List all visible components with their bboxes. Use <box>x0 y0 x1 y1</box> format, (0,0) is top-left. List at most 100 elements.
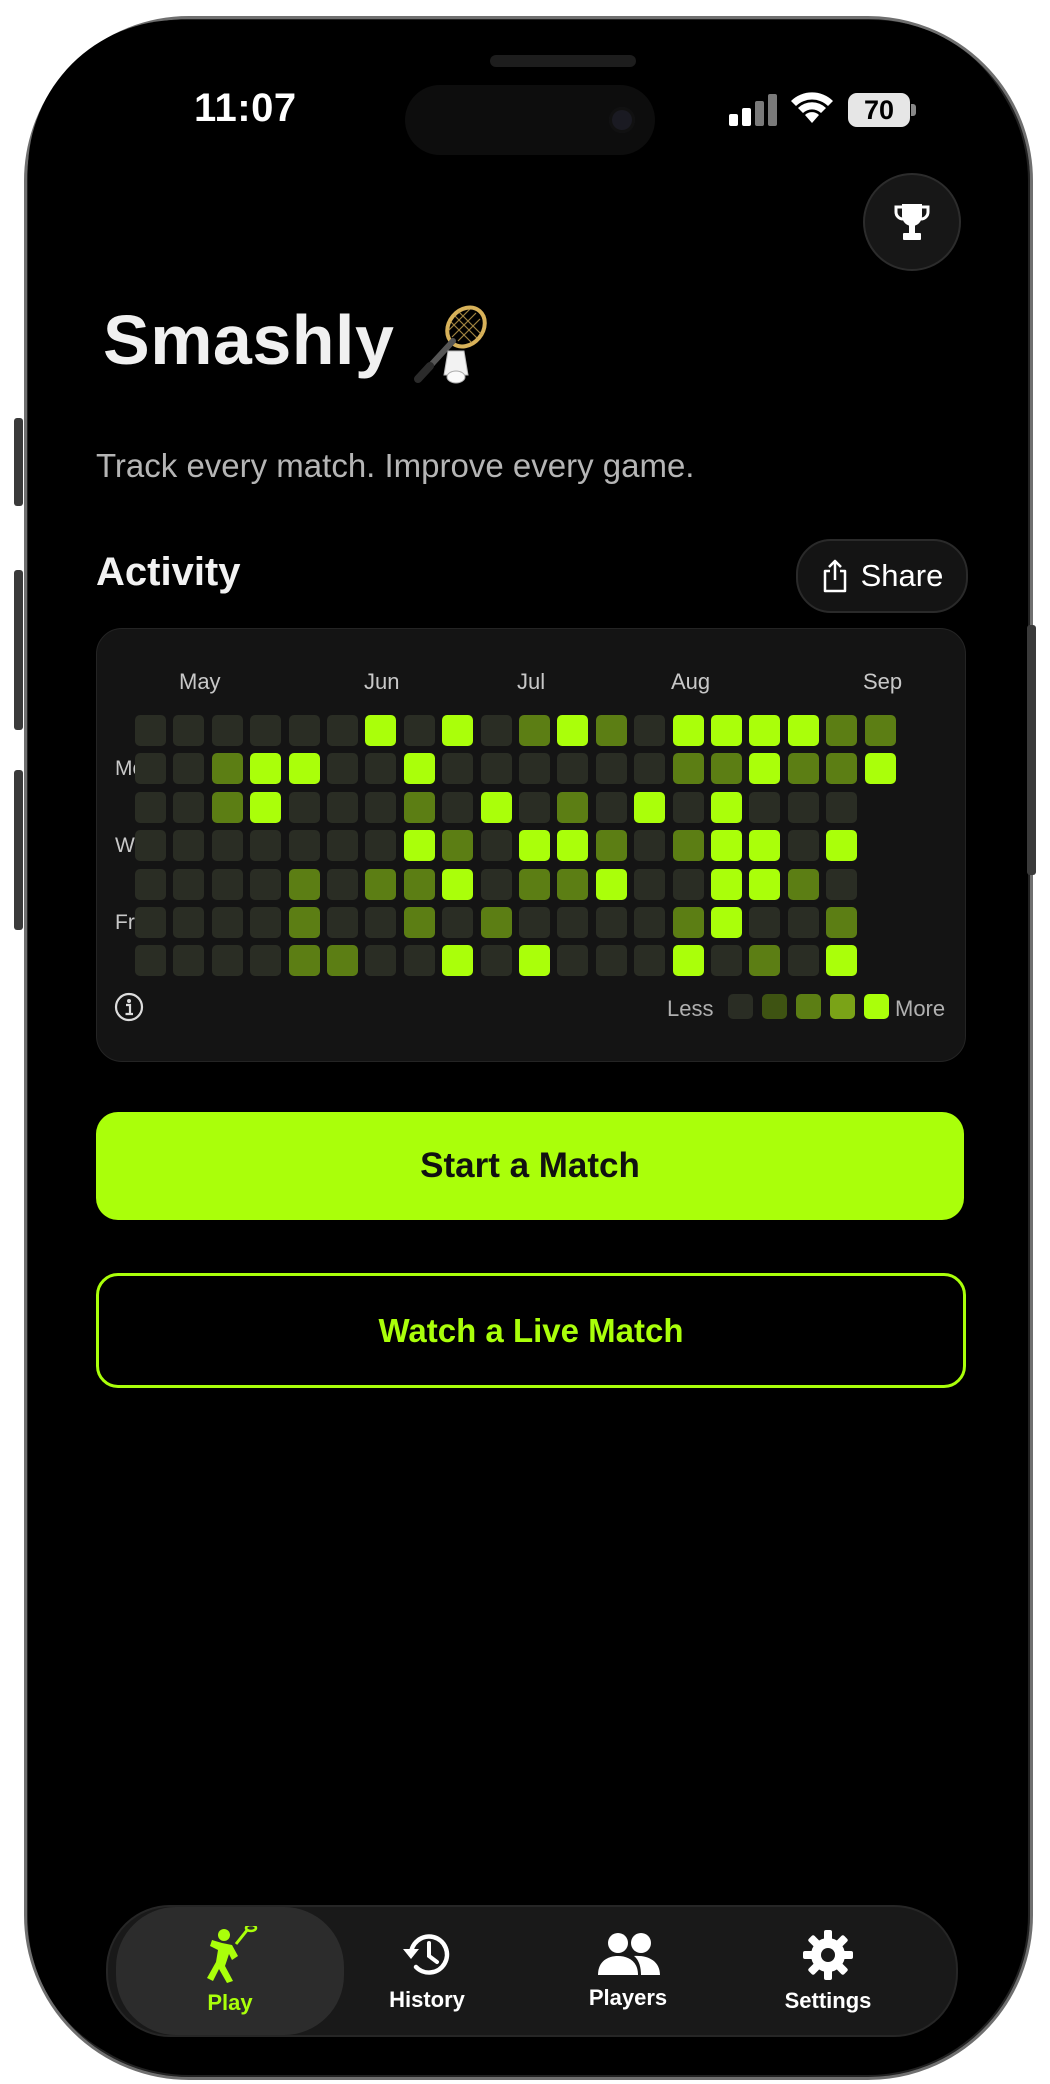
tab-players[interactable]: Players <box>528 1907 728 2035</box>
watch-live-match-button[interactable]: Watch a Live Match <box>96 1273 966 1388</box>
legend-more-label: More <box>895 996 946 1021</box>
heatmap-cell <box>442 945 474 977</box>
cellular-signal-icon <box>729 94 777 126</box>
volume-up-button <box>14 570 23 730</box>
heatmap-cell <box>672 907 704 938</box>
heatmap-cell <box>672 715 704 746</box>
heatmap-cell <box>211 715 243 746</box>
heatmap-cell <box>403 868 435 900</box>
tab-settings[interactable]: Settings <box>728 1907 928 2035</box>
tab-label-settings: Settings <box>784 1988 872 2013</box>
heatmap-cell <box>250 868 282 900</box>
heatmap-cell <box>749 753 781 785</box>
heatmap-cell <box>826 791 858 823</box>
heatmap-cell <box>749 715 781 746</box>
heatmap-cell <box>135 830 166 862</box>
heatmap-cell <box>327 715 358 746</box>
heatmap-cell <box>595 907 627 938</box>
heatmap-cell <box>711 868 742 900</box>
heatmap-cell <box>787 791 819 823</box>
battery-indicator: 70 <box>848 93 910 127</box>
heatmap-cell <box>672 791 704 823</box>
heatmap-cell <box>634 830 666 862</box>
heatmap-cell <box>672 753 704 785</box>
month-label: May <box>179 669 221 694</box>
heatmap-cell <box>711 715 742 746</box>
heatmap-cell <box>826 830 858 862</box>
heatmap-cell <box>480 907 512 938</box>
heatmap-cell <box>250 907 282 938</box>
tab-label-players: Players <box>588 1985 668 2010</box>
heatmap-cell <box>442 715 474 746</box>
heatmap-cell <box>672 830 704 862</box>
heatmap-cell <box>519 868 550 900</box>
heatmap-cell <box>250 715 282 746</box>
heatmap-cell <box>173 945 205 977</box>
legend-swatch-level-4 <box>864 994 889 1019</box>
page-title: Smashly <box>103 301 395 379</box>
heatmap-cell <box>211 791 243 823</box>
heatmap-cell <box>557 715 589 746</box>
share-label: Share <box>860 558 944 593</box>
heatmap-cell <box>634 907 666 938</box>
heatmap-cell <box>634 753 666 785</box>
share-icon <box>823 559 846 593</box>
heatmap-cell <box>480 715 512 746</box>
speaker-grille <box>490 55 636 67</box>
heatmap-cell <box>442 791 474 823</box>
tab-history[interactable]: History <box>327 1907 527 2035</box>
heatmap-cell <box>557 945 589 977</box>
heatmap-cell <box>365 791 397 823</box>
heatmap-cell <box>749 791 781 823</box>
heatmap-cell <box>787 868 819 900</box>
heatmap-cell <box>711 753 742 785</box>
heatmap-cell <box>634 868 666 900</box>
heatmap-cell <box>173 907 205 938</box>
dynamic-island <box>405 85 655 155</box>
heatmap-cell <box>749 830 781 862</box>
heatmap-cell <box>135 753 166 785</box>
heatmap-cell <box>595 868 627 900</box>
heatmap-cell <box>480 753 512 785</box>
heatmap-cell <box>864 715 896 746</box>
heatmap-cell <box>519 715 550 746</box>
heatmap-cell <box>519 791 550 823</box>
heatmap-cell <box>826 753 858 785</box>
tab-label-history: History <box>389 1987 465 2012</box>
heatmap-cell <box>557 907 589 938</box>
heatmap-cell <box>634 945 666 977</box>
heatmap-cell <box>442 830 474 862</box>
heatmap-cell <box>557 791 589 823</box>
heatmap-cell <box>250 791 282 823</box>
heatmap-cell <box>403 830 435 862</box>
heatmap-cell <box>250 945 282 977</box>
heatmap-cell <box>557 830 589 862</box>
heatmap-cell <box>250 753 282 785</box>
heatmap-cell <box>327 907 358 938</box>
heatmap-cell <box>135 791 166 823</box>
heatmap-cell <box>135 945 166 977</box>
heatmap-cell <box>403 715 435 746</box>
badminton-icon <box>414 305 487 384</box>
share-button[interactable]: Share <box>796 539 968 613</box>
heatmap-cell <box>365 830 397 862</box>
heatmap-cell <box>173 830 205 862</box>
heatmap-cell <box>327 830 358 862</box>
heatmap-cell <box>211 868 243 900</box>
heatmap-cell <box>672 945 704 977</box>
activity-heading: Activity <box>96 550 241 594</box>
heatmap-cell <box>787 715 819 746</box>
heatmap-cell <box>480 830 512 862</box>
trophy-button[interactable] <box>863 173 961 271</box>
heatmap-cell <box>211 907 243 938</box>
heatmap-cell <box>327 791 358 823</box>
heatmap-cell <box>442 868 474 900</box>
heatmap-cell <box>365 907 397 938</box>
tab-play[interactable]: Play <box>116 1907 344 2035</box>
start-match-button[interactable]: Start a Match <box>96 1112 964 1220</box>
heatmap-cell <box>595 945 627 977</box>
heatmap-cell <box>365 715 397 746</box>
info-icon[interactable] <box>113 991 145 1023</box>
legend-swatch-level-3 <box>830 994 855 1019</box>
heatmap-cell <box>480 791 512 823</box>
